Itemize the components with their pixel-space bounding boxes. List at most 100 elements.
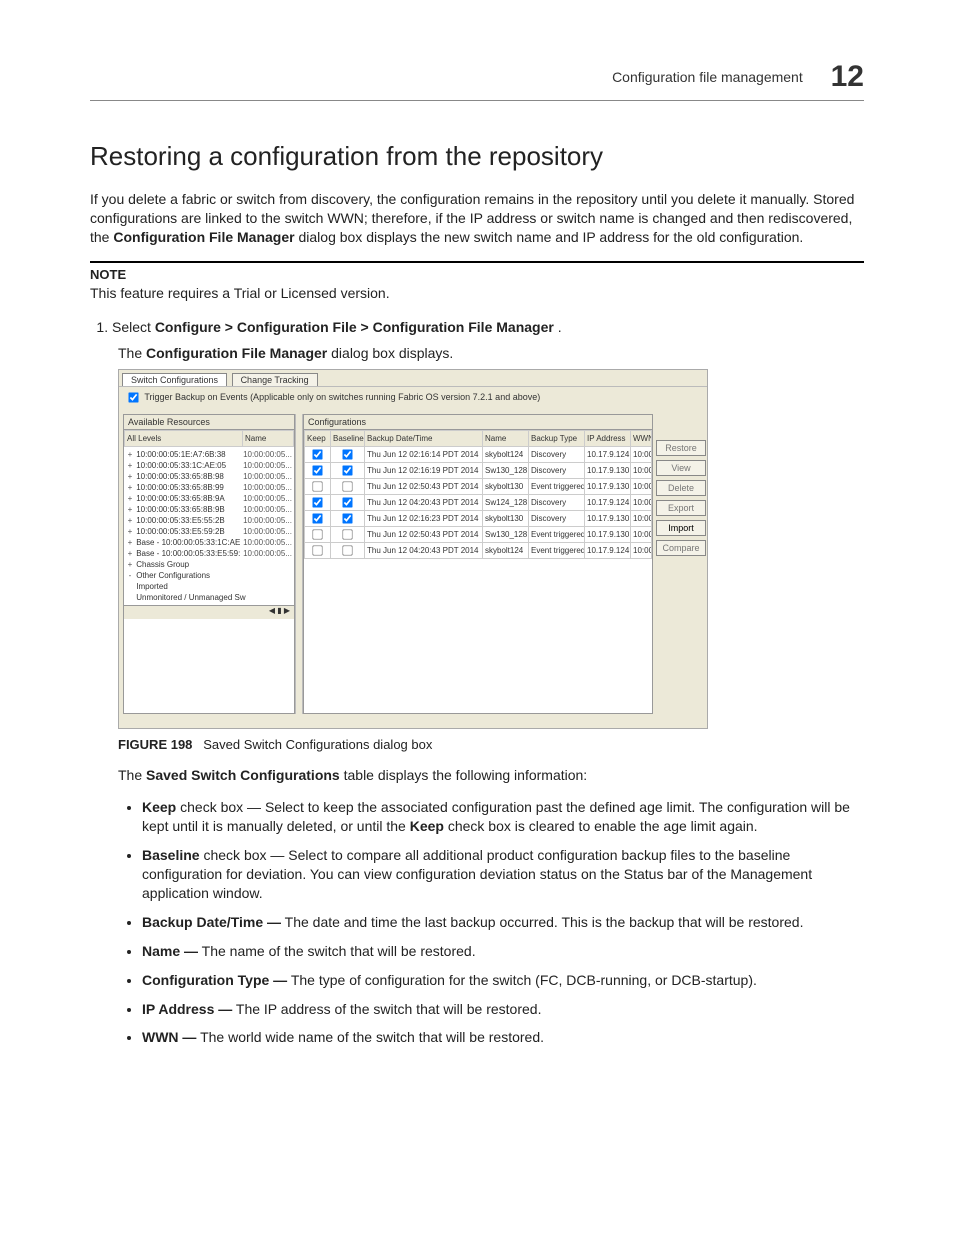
compare-button[interactable]: Compare <box>656 540 706 556</box>
tree-row[interactable]: + 10:00:00:05:33:65:8B:99 10:00:00:05... <box>126 482 292 493</box>
table-row[interactable]: Thu Jun 12 02:50:43 PDT 2014Sw130_128Eve… <box>305 526 652 542</box>
note-label: NOTE <box>90 267 864 282</box>
rule <box>90 100 864 101</box>
keep-checkbox[interactable] <box>312 513 322 523</box>
baseline-checkbox[interactable] <box>342 449 352 459</box>
chapter-number: 12 <box>831 60 864 93</box>
tree-row[interactable]: - Other Configurations <box>126 570 292 581</box>
tree-row[interactable]: + Base - 10:00:00:05:33:E5:59: 10:00:00:… <box>126 548 292 559</box>
splitter[interactable] <box>295 414 303 714</box>
table-row[interactable]: Thu Jun 12 02:50:43 PDT 2014skybolt130Ev… <box>305 478 652 494</box>
tree-row[interactable]: Imported <box>126 581 292 592</box>
col-ip[interactable]: IP Address <box>585 430 631 446</box>
keep-checkbox[interactable] <box>312 465 322 475</box>
figure-caption-text: Saved Switch Configurations dialog box <box>203 737 432 752</box>
running-header-title: Configuration file management <box>612 69 803 85</box>
available-resources-pane: Available Resources All Levels Name + 10… <box>123 414 295 714</box>
tab-change-tracking[interactable]: Change Tracking <box>232 373 318 386</box>
table-row[interactable]: Thu Jun 12 02:16:23 PDT 2014skybolt130Di… <box>305 510 652 526</box>
scrollbar[interactable]: ◀ ▮ ▶ <box>124 605 294 619</box>
resource-tree[interactable]: + 10:00:00:05:1E:A7:6B:38 10:00:00:05...… <box>124 447 294 605</box>
list-item: Baseline check box — Select to compare a… <box>142 846 864 903</box>
text: check box — Select to compare all additi… <box>142 847 812 901</box>
text: The <box>118 767 146 783</box>
text-bold: Saved Switch Configurations <box>146 767 340 783</box>
text-bold: Keep <box>410 818 444 834</box>
tree-row[interactable]: + 10:00:00:05:33:65:8B:9A 10:00:00:05... <box>126 493 292 504</box>
text: The name of the switch that will be rest… <box>202 943 476 959</box>
view-button[interactable]: View <box>656 460 706 476</box>
list-item: Backup Date/Time — The date and time the… <box>142 913 864 932</box>
baseline-checkbox[interactable] <box>342 513 352 523</box>
tree-row[interactable]: + 10:00:00:05:33:E5:59:2B 10:00:00:05... <box>126 526 292 537</box>
section-title: Restoring a configuration from the repos… <box>90 141 864 172</box>
baseline-checkbox[interactable] <box>342 497 352 507</box>
tree-row[interactable]: + 10:00:00:05:33:65:8B:9B 10:00:00:05... <box>126 504 292 515</box>
text-bold: Keep <box>142 799 176 815</box>
baseline-checkbox[interactable] <box>342 529 352 539</box>
figure-label: FIGURE 198 <box>118 737 192 752</box>
text-bold: Configuration File Manager <box>113 229 294 245</box>
col-backup-type[interactable]: Backup Type <box>529 430 585 446</box>
keep-checkbox[interactable] <box>312 481 322 491</box>
step-1: Select Configure > Configuration File > … <box>112 319 864 335</box>
text-bold: Baseline <box>142 847 200 863</box>
col-name[interactable]: Name <box>243 430 294 446</box>
text: table displays the following information… <box>344 767 588 783</box>
tab-switch-configurations[interactable]: Switch Configurations <box>122 373 227 386</box>
tree-row[interactable]: + Chassis Group <box>126 559 292 570</box>
keep-checkbox[interactable] <box>312 449 322 459</box>
trigger-backup-checkbox[interactable] <box>128 392 138 402</box>
tree-row[interactable]: + Base - 10:00:00:05:33:1C:AE 10:00:00:0… <box>126 537 292 548</box>
running-header: Configuration file management 12 <box>90 60 864 94</box>
col-all-levels[interactable]: All Levels <box>125 430 243 446</box>
configurations-pane: Configurations Keep Baseline Backup Date… <box>303 414 653 714</box>
text-bold: Configuration File Manager <box>146 345 327 361</box>
keep-checkbox[interactable] <box>312 545 322 555</box>
list-item: Keep check box — Select to keep the asso… <box>142 798 864 836</box>
table-row[interactable]: Thu Jun 12 02:16:14 PDT 2014skybolt124Di… <box>305 446 652 462</box>
col-name[interactable]: Name <box>483 430 529 446</box>
text: The <box>118 345 146 361</box>
note-text: This feature requires a Trial or License… <box>90 284 864 303</box>
text: check box is cleared to enable the age l… <box>448 818 758 834</box>
export-button[interactable]: Export <box>656 500 706 516</box>
col-keep[interactable]: Keep <box>305 430 331 446</box>
tree-row[interactable]: + 10:00:00:05:33:1C:AE:05 10:00:00:05... <box>126 460 292 471</box>
text: dialog box displays. <box>331 345 453 361</box>
field-bullets: Keep check box — Select to keep the asso… <box>90 798 864 1047</box>
list-item: Configuration Type — The type of configu… <box>142 971 864 990</box>
baseline-checkbox[interactable] <box>342 481 352 491</box>
col-baseline[interactable]: Baseline <box>331 430 365 446</box>
text: The world wide name of the switch that w… <box>200 1029 544 1045</box>
tree-row[interactable]: + 10:00:00:05:33:E5:55:2B 10:00:00:05... <box>126 515 292 526</box>
import-button[interactable]: Import <box>656 520 706 536</box>
col-backup-date[interactable]: Backup Date/Time <box>365 430 483 446</box>
tree-row[interactable]: + 10:00:00:05:33:65:8B:98 10:00:00:05... <box>126 471 292 482</box>
restore-button[interactable]: Restore <box>656 440 706 456</box>
rule <box>90 261 864 263</box>
baseline-checkbox[interactable] <box>342 545 352 555</box>
table-header-row: Keep Baseline Backup Date/Time Name Back… <box>305 430 652 446</box>
delete-button[interactable]: Delete <box>656 480 706 496</box>
tree-row[interactable]: + 10:00:00:05:1E:A7:6B:38 10:00:00:05... <box>126 449 292 460</box>
text: dialog box displays the new switch name … <box>298 229 803 245</box>
baseline-checkbox[interactable] <box>342 465 352 475</box>
text: The date and time the last backup occurr… <box>285 914 804 930</box>
figure-screenshot: Switch Configurations Change Tracking Tr… <box>118 369 708 729</box>
table-row[interactable]: Thu Jun 12 04:20:43 PDT 2014Sw124_128Dis… <box>305 494 652 510</box>
table-row[interactable]: Thu Jun 12 02:16:19 PDT 2014Sw130_128Dis… <box>305 462 652 478</box>
figure-caption: FIGURE 198 Saved Switch Configurations d… <box>118 737 864 752</box>
text-bold: WWN — <box>142 1029 196 1045</box>
tree-row[interactable]: Unmonitored / Unmanaged Sw <box>126 592 292 603</box>
keep-checkbox[interactable] <box>312 529 322 539</box>
table-intro: The Saved Switch Configurations table di… <box>118 766 864 785</box>
keep-checkbox[interactable] <box>312 497 322 507</box>
col-wwn[interactable]: WWN <box>631 430 652 446</box>
text: The type of configuration for the switch… <box>291 972 757 988</box>
text: Select <box>112 319 155 335</box>
table-row[interactable]: Thu Jun 12 04:20:43 PDT 2014skybolt124Ev… <box>305 542 652 558</box>
list-item: Name — The name of the switch that will … <box>142 942 864 961</box>
text-bold: Name — <box>142 943 198 959</box>
intro-paragraph: If you delete a fabric or switch from di… <box>90 190 864 247</box>
